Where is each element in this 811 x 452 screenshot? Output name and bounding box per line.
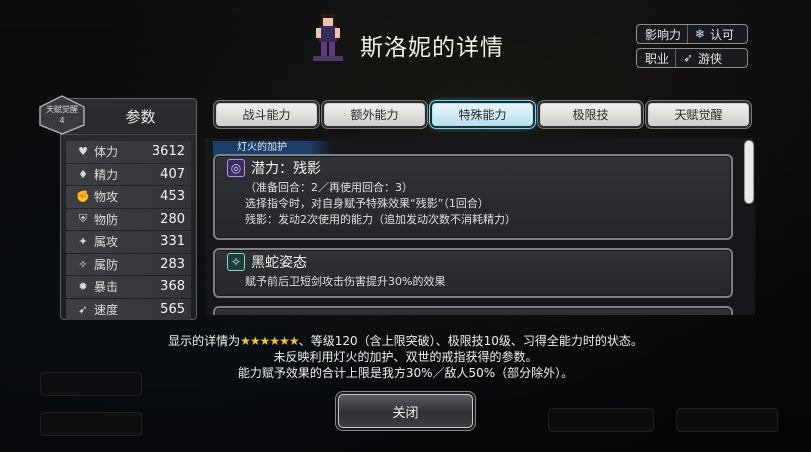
ability-title-row: ✧ 黑蛇姿态 [215,250,731,274]
stat-label: 速度 [94,302,119,317]
sparkle-hand-icon: ✦ [78,235,88,249]
magic-shield-icon: ✧ [78,257,88,271]
ability-line: （准备回合：2／再使用回合：3） [245,181,413,194]
tab-special-abilities[interactable]: 特殊能力 [432,103,533,126]
stat-row-spd: ➹ 速度 565 [66,298,191,320]
page-title: 斯洛妮的详情 [360,35,504,61]
stat-label: 暴击 [94,280,119,295]
stat-label: 精力 [94,167,119,182]
job-label: 职业 [637,49,677,67]
influence-label: 影响力 [637,25,689,43]
influence-tag: 影响力 ❄ 认可 [636,24,748,44]
note-rest: 、等级120（含上限突破）、极限技10级、习得全能力时的状态。 [298,334,643,348]
shield-hand-icon: ⛨ [78,212,88,226]
abilities-panel: 灯火的加护 ◎ 潜力：残影 （准备回合：2／再使用回合：3） 选择指令时，对自身… [205,138,755,315]
badge-label: 天赋觉醒 [46,105,78,114]
stat-value: 407 [160,166,185,182]
fist-icon: ✊ [76,190,90,204]
stat-row-sp: ♦ 精力 407 [66,163,191,185]
ability-title-row: ◎ 潜力：残影 [215,156,731,180]
stat-value: 453 [160,189,185,205]
stat-value: 331 [160,234,185,250]
awakening-badge: 天赋觉醒 4 [39,95,85,135]
note-line-2: 未反映利用灯火的加护、双世的戒指获得的参数。 [273,350,538,364]
ability-line: 残影：发动2次使用的能力（追加发动次数不消耗精力） [245,213,516,226]
stat-row-hp: ♥ 体力 3612 [66,141,191,163]
star-rating-icon: ★★★★★★ [240,334,300,348]
crit-icon: ✹ [78,280,88,294]
note-line-3: 能力赋予效果的合计上限是我方30%／敌人50%（部分除外）。 [237,366,574,380]
stat-row-patk: ✊ 物攻 453 [66,186,191,208]
ability-card-partial [213,306,733,315]
drop-icon: ♦ [78,167,88,181]
abilities-scrollbar[interactable] [744,140,754,204]
tab-extra-abilities[interactable]: 额外能力 [324,103,425,126]
stat-row-edef: ✧ 属防 283 [66,253,191,275]
potential-icon: ◎ [227,159,245,177]
heart-icon: ♥ [78,145,88,159]
influence-value: 认可 [710,27,735,42]
ability-title: 黑蛇姿态 [251,255,307,271]
section-label: 灯火的加护 [213,141,333,155]
note-line-1: 显示的详情为★★★★★★、等级120（含上限突破）、极限技10级、习得全能力时的… [0,332,811,349]
snake-stance-icon: ✧ [227,253,245,271]
stat-label: 属防 [94,257,119,272]
close-button[interactable]: 关闭 [338,394,473,428]
stat-row-eatk: ✦ 属攻 331 [66,231,191,253]
stat-row-pdef: ⛨ 物防 280 [66,208,191,230]
tab-battle-abilities[interactable]: 战斗能力 [216,103,317,126]
stat-value: 283 [160,256,185,272]
job-value: 游侠 [698,51,723,66]
stat-label: 物防 [94,212,119,227]
ability-card: ◎ 潜力：残影 （准备回合：2／再使用回合：3） 选择指令时，对自身赋予特殊效果… [213,154,733,240]
stat-value: 565 [160,301,185,317]
boot-icon: ➹ [78,302,88,316]
ability-line: 选择指令时，对自身赋予特殊效果“残影”（1回合） [245,197,489,210]
stat-value: 280 [160,211,185,227]
note-prefix: 显示的详情为 [168,334,241,348]
tab-ultimate[interactable]: 极限技 [540,103,641,126]
ability-title: 潜力：残影 [251,161,321,177]
stat-value: 368 [160,279,185,295]
snowflake-icon: ❄ [694,27,706,41]
stat-label: 物攻 [94,190,119,205]
tab-awakening[interactable]: 天赋觉醒 [648,103,749,126]
ability-line: 赋予前后卫短剑攻击伤害提升30%的效果 [245,275,446,288]
stat-label: 属攻 [94,235,119,250]
dagger-icon: ➶ [682,51,694,65]
character-sprite [313,14,343,61]
stat-value: 3612 [151,144,185,160]
badge-level: 4 [59,116,65,125]
stat-row-crit: ✹ 暴击 368 [66,276,191,298]
stat-label: 体力 [94,145,119,160]
stats-panel: 天赋觉醒 4 参数 ♥ 体力 3612 ♦ 精力 407 ✊ 物攻 453 ⛨ … [39,95,197,320]
ability-card: ✧ 黑蛇姿态 赋予前后卫短剑攻击伤害提升30%的效果 [213,248,733,298]
job-tag: 职业 ➶ 游侠 [636,48,748,68]
